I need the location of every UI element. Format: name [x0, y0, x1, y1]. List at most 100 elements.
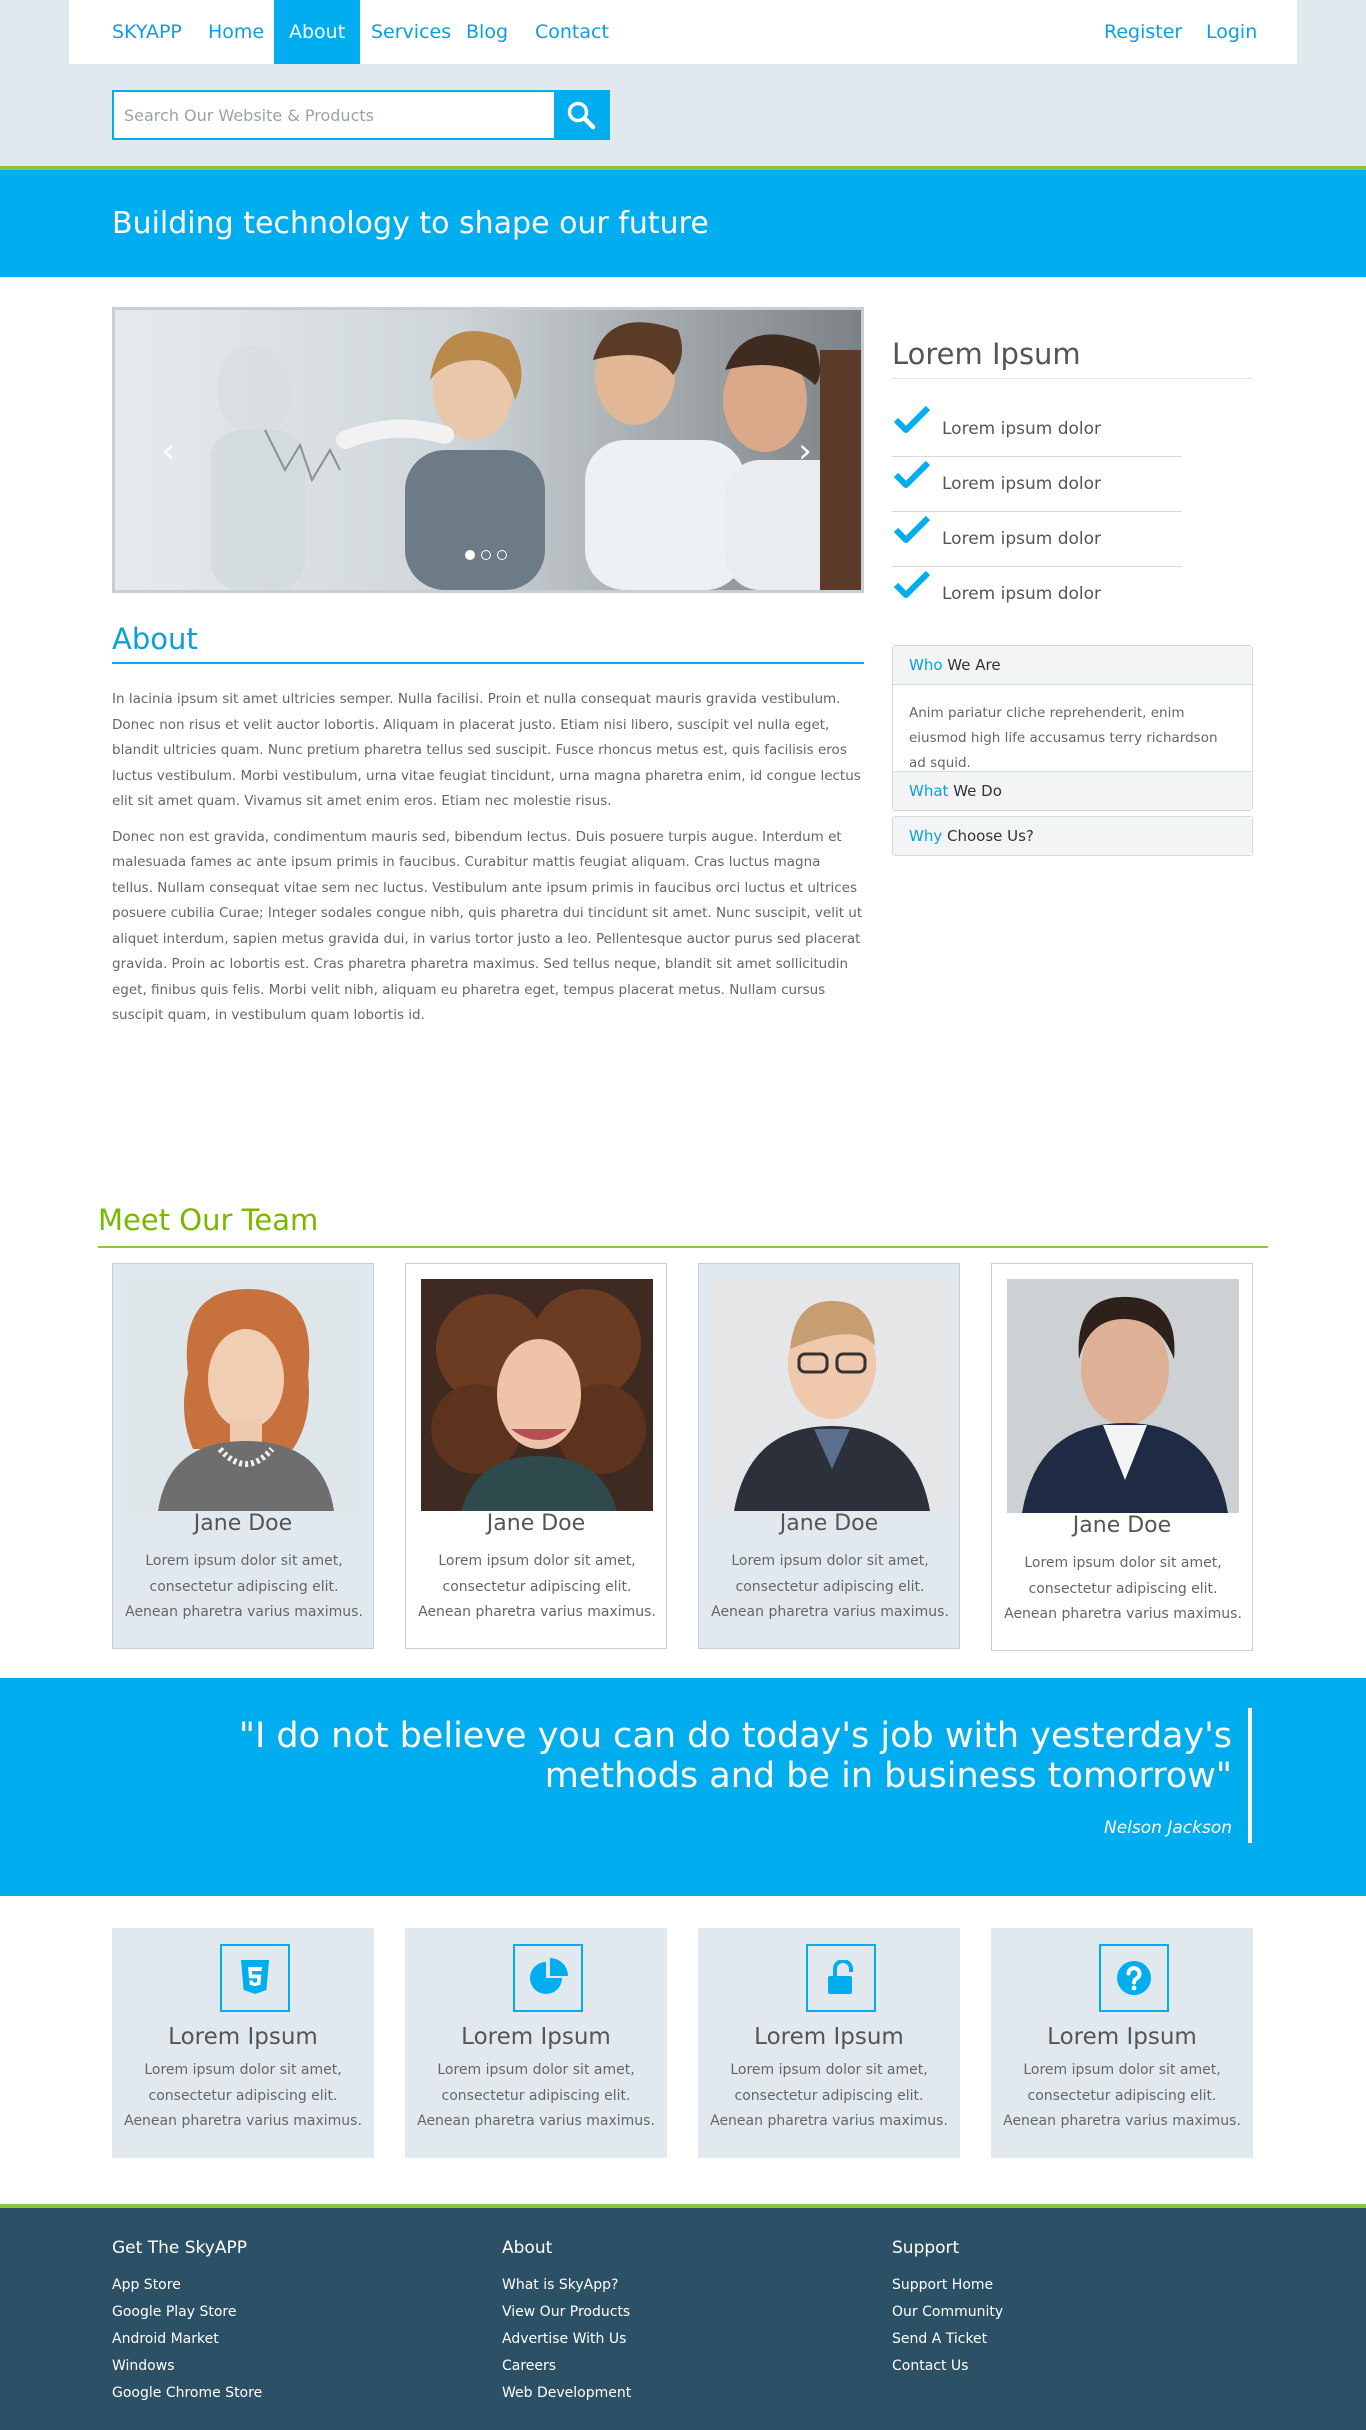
footer-column-support: Support Support Home Our Community Send … — [892, 2238, 1003, 2380]
carousel-indicators — [465, 550, 507, 560]
accordion-header-highlight: Why — [909, 827, 943, 845]
carousel-prev-button[interactable]: ‹ — [153, 434, 183, 468]
about-paragraph: In lacinia ipsum sit amet ultricies semp… — [112, 691, 861, 809]
checkmark-icon — [894, 570, 930, 598]
quote-bar — [1248, 1708, 1252, 1843]
carousel-dot-3[interactable] — [497, 550, 507, 560]
accordion-header-who[interactable]: Who We Are — [893, 646, 1252, 684]
feature-title: Lorem Ipsum — [168, 2024, 318, 2050]
top-area: SKYAPP Home About Services Blog Contact … — [0, 0, 1366, 170]
feature-title: Lorem Ipsum — [754, 2024, 904, 2050]
checklist-label: Lorem ipsum dolor — [942, 529, 1102, 549]
carousel-dot-1[interactable] — [465, 550, 475, 560]
main-content: ‹ › About In lacinia ipsum sit amet ultr… — [0, 277, 1366, 1203]
carousel-slide-image — [115, 310, 861, 590]
footer-column-get-app: Get The SkyAPP App Store Google Play Sto… — [112, 2238, 262, 2407]
footer-link[interactable]: Send A Ticket — [892, 2326, 1003, 2353]
team-member-desc: Lorem ipsum dolor sit amet, consectetur … — [711, 1553, 949, 1620]
footer-link[interactable]: Support Home — [892, 2272, 1003, 2299]
quote-text: "I do not believe you can do today's job… — [238, 1716, 1232, 1796]
nav-item-contact[interactable]: Contact — [520, 0, 624, 64]
search-button[interactable] — [554, 92, 608, 138]
footer-link[interactable]: Careers — [502, 2353, 631, 2380]
site-footer: Get The SkyAPP App Store Google Play Sto… — [0, 2204, 1366, 2430]
footer-link[interactable]: Google Play Store — [112, 2299, 262, 2326]
footer-link[interactable]: Contact Us — [892, 2353, 1003, 2380]
checklist-item: Lorem ipsum dolor — [892, 402, 1182, 457]
feature-desc: Lorem ipsum dolor sit amet, consectetur … — [710, 2062, 948, 2129]
about-paragraph: Donec non est gravida, condimentum mauri… — [112, 828, 863, 1024]
footer-link[interactable]: View Our Products — [502, 2299, 631, 2326]
register-link[interactable]: Register — [1089, 0, 1197, 64]
nav-item-about[interactable]: About — [274, 0, 361, 64]
checkmark-icon — [894, 405, 930, 433]
checklist-label: Lorem ipsum dolor — [942, 584, 1102, 604]
team-member-photo — [714, 1279, 946, 1511]
feature-title: Lorem Ipsum — [1047, 2024, 1197, 2050]
accordion-header-why[interactable]: Why Choose Us? — [893, 817, 1252, 855]
checklist-item: Lorem ipsum dolor — [892, 512, 1182, 567]
about-body: In lacinia ipsum sit amet ultricies semp… — [112, 687, 864, 1039]
banner-headline: Building technology to shape our future — [112, 206, 709, 241]
team-member-photo — [128, 1279, 360, 1511]
team-member-desc: Lorem ipsum dolor sit amet, consectetur … — [1004, 1555, 1242, 1622]
feature-card: Lorem Ipsum Lorem ipsum dolor sit amet, … — [405, 1928, 667, 2158]
footer-column-title: Get The SkyAPP — [112, 2238, 247, 2258]
nav-item-services[interactable]: Services — [356, 0, 466, 64]
checkmark-icon — [894, 460, 930, 488]
feature-title: Lorem Ipsum — [461, 2024, 611, 2050]
login-link[interactable]: Login — [1191, 0, 1272, 64]
accordion-header-what[interactable]: What We Do — [893, 772, 1252, 810]
feature-card: Lorem Ipsum Lorem ipsum dolor sit amet, … — [991, 1928, 1253, 2158]
checklist: Lorem ipsum dolor Lorem ipsum dolor Lore… — [892, 402, 1182, 622]
image-carousel[interactable]: ‹ › — [112, 307, 864, 593]
search-input[interactable] — [114, 92, 554, 138]
accordion-header-text: Choose Us? — [942, 827, 1034, 845]
pie-chart-icon — [513, 1944, 583, 2012]
about-heading: About — [112, 622, 198, 656]
footer-link[interactable]: Our Community — [892, 2299, 1003, 2326]
footer-link[interactable]: App Store — [112, 2272, 262, 2299]
team-card: Jane Doe Lorem ipsum dolor sit amet, con… — [405, 1263, 667, 1649]
footer-link[interactable]: Android Market — [112, 2326, 262, 2353]
accordion-header-highlight: Who — [909, 656, 943, 674]
team-member-name: Jane Doe — [779, 1511, 879, 1536]
quote-author: Nelson Jackson — [1104, 1818, 1232, 1838]
unlock-icon — [806, 1944, 876, 2012]
footer-link[interactable]: What is SkyApp? — [502, 2272, 631, 2299]
team-member-name: Jane Doe — [486, 1511, 586, 1536]
team-member-desc: Lorem ipsum dolor sit amet, consectetur … — [418, 1553, 656, 1620]
search-icon — [567, 101, 596, 130]
sidebar-heading: Lorem Ipsum — [892, 337, 1081, 371]
team-section: Meet Our Team Jane Doe Lorem ipsum dolor… — [0, 1203, 1366, 1678]
footer-link[interactable]: Web Development — [502, 2380, 631, 2407]
feature-desc: Lorem ipsum dolor sit amet, consectetur … — [417, 2062, 655, 2129]
accordion-header-text: We Are — [942, 656, 1001, 674]
sidebar-divider — [892, 378, 1252, 379]
quote-section: "I do not believe you can do today's job… — [0, 1678, 1366, 1900]
carousel-next-button[interactable]: › — [790, 434, 820, 468]
feature-desc: Lorem ipsum dolor sit amet, consectetur … — [1003, 2062, 1241, 2129]
html5-icon — [220, 1944, 290, 2012]
carousel-dot-2[interactable] — [481, 550, 491, 560]
footer-column-title: Support — [892, 2238, 960, 2258]
feature-card: Lorem Ipsum Lorem ipsum dolor sit amet, … — [698, 1928, 960, 2158]
checkmark-icon — [894, 515, 930, 543]
team-card: Jane Doe Lorem ipsum dolor sit amet, con… — [698, 1263, 960, 1649]
team-member-name: Jane Doe — [193, 1511, 293, 1536]
nav-item-blog[interactable]: Blog — [451, 0, 523, 64]
nav-item-home[interactable]: Home — [193, 0, 279, 64]
feature-card: Lorem Ipsum Lorem ipsum dolor sit amet, … — [112, 1928, 374, 2158]
checklist-item: Lorem ipsum dolor — [892, 567, 1182, 622]
team-member-photo — [421, 1279, 653, 1511]
team-card: Jane Doe Lorem ipsum dolor sit amet, con… — [991, 1263, 1253, 1651]
footer-link[interactable]: Google Chrome Store — [112, 2380, 262, 2407]
footer-link[interactable]: Windows — [112, 2353, 262, 2380]
accordion-header-highlight: What — [909, 782, 949, 800]
brand-link[interactable]: SKYAPP — [97, 0, 197, 64]
accordion-header-text: We Do — [948, 782, 1002, 800]
footer-link[interactable]: Advertise With Us — [502, 2326, 631, 2353]
about-divider — [112, 662, 864, 664]
question-circle-icon — [1099, 1944, 1169, 2012]
accordion-panel-what: What We Do — [892, 771, 1253, 811]
